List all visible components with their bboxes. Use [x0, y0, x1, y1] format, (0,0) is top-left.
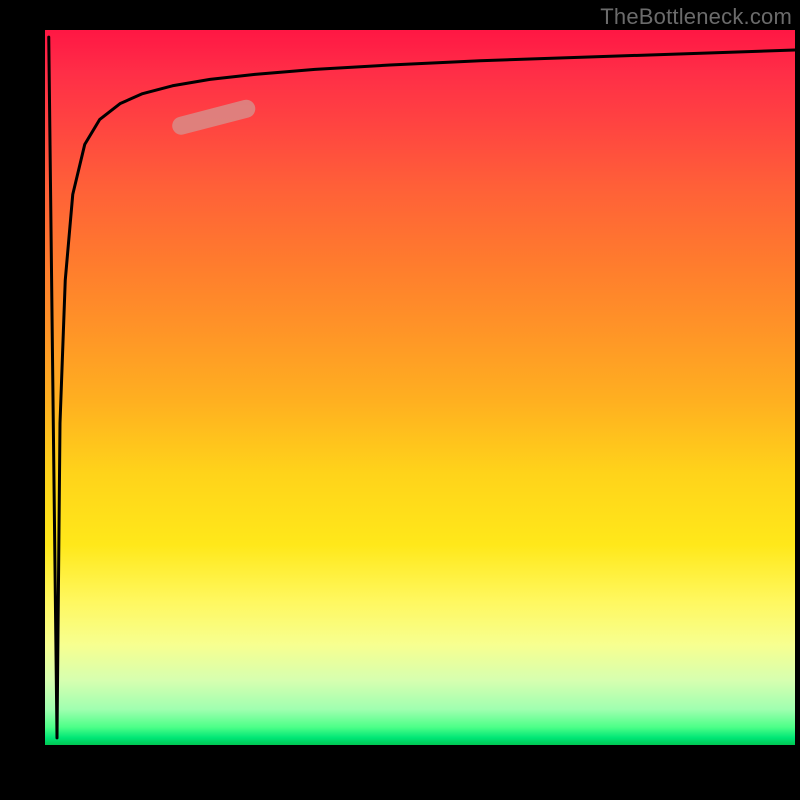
data-curve [49, 37, 795, 738]
highlight-pill [170, 98, 257, 137]
watermark-text: TheBottleneck.com [600, 4, 792, 30]
curve-layer [0, 0, 800, 800]
chart-root: TheBottleneck.com [0, 0, 800, 800]
